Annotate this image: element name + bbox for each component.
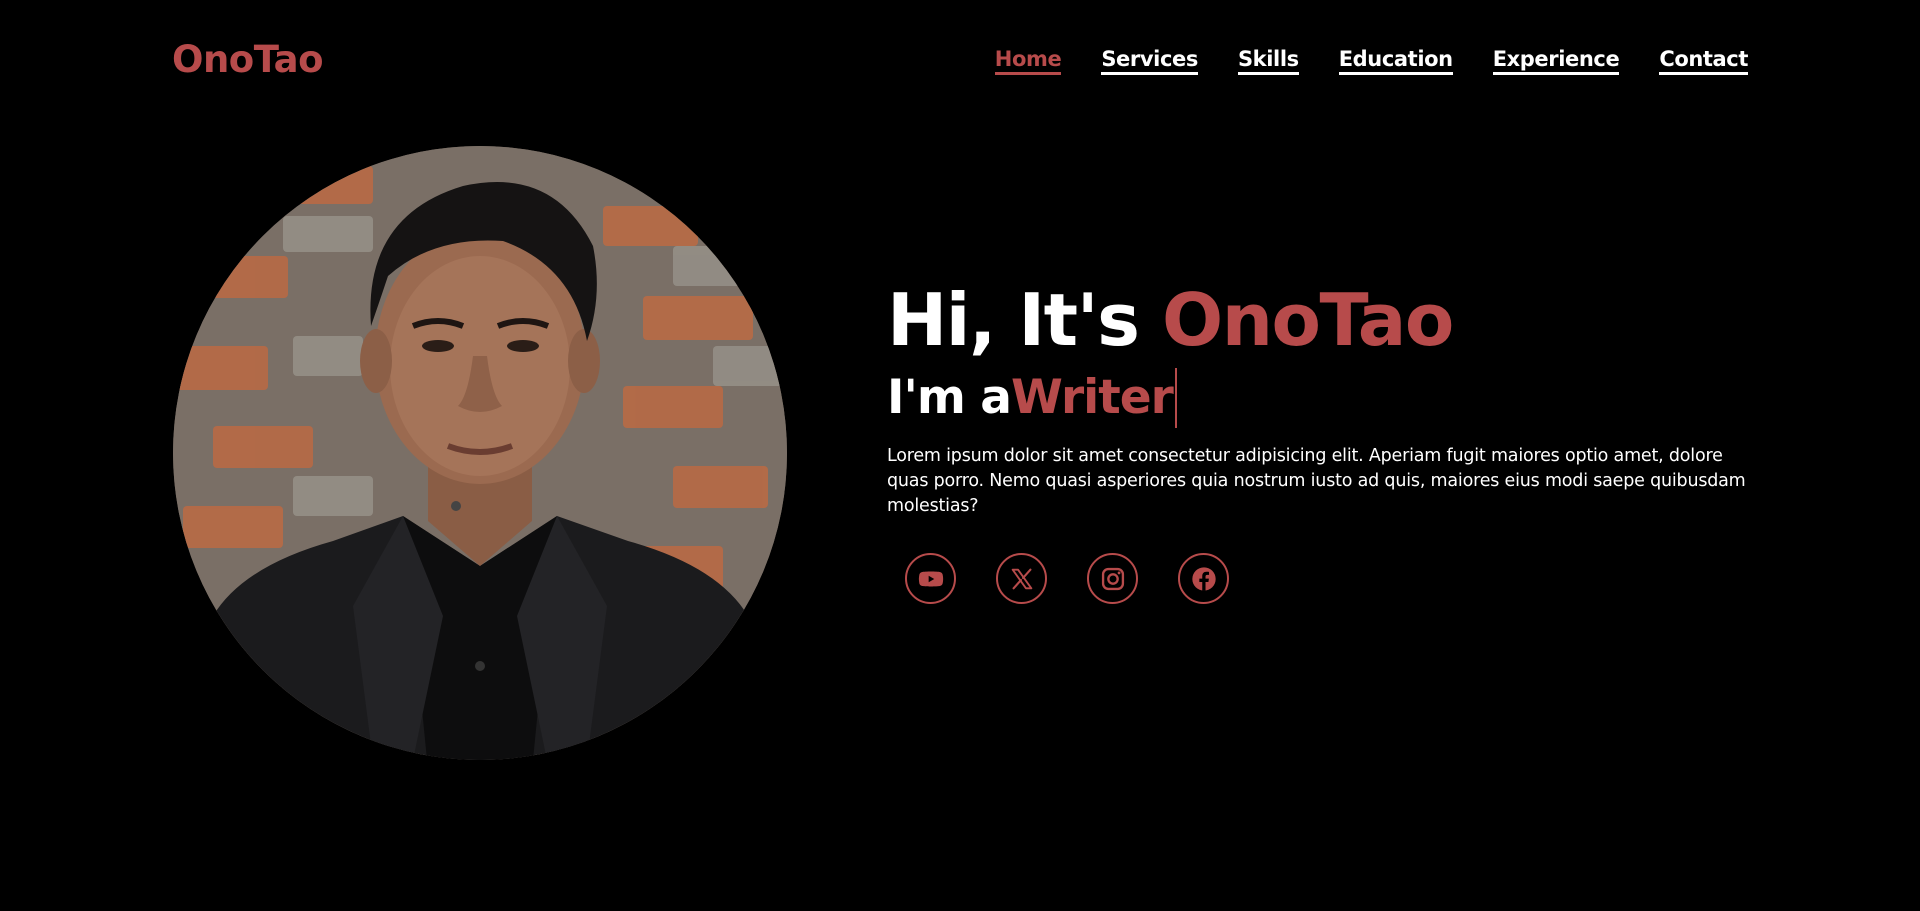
hero-role: Writer bbox=[1010, 370, 1174, 425]
nav-experience[interactable]: Experience bbox=[1492, 47, 1620, 75]
x-link[interactable] bbox=[996, 553, 1047, 604]
x-icon bbox=[1011, 568, 1032, 589]
hero-title: Hi, It's OnoTao bbox=[887, 278, 1454, 362]
nav-contact[interactable]: Contact bbox=[1659, 47, 1748, 75]
instagram-icon bbox=[1101, 567, 1124, 590]
nav-education[interactable]: Education bbox=[1338, 47, 1453, 75]
social-links bbox=[905, 553, 1229, 604]
site-header: OnoTao Home Services Skills Education Ex… bbox=[0, 0, 1920, 120]
youtube-link[interactable] bbox=[905, 553, 956, 604]
hero-name: OnoTao bbox=[1162, 278, 1454, 362]
hero-greeting: Hi, It's bbox=[887, 278, 1140, 362]
page: OnoTao Home Services Skills Education Ex… bbox=[0, 0, 1920, 911]
nav-skills[interactable]: Skills bbox=[1237, 47, 1299, 75]
nav-home[interactable]: Home bbox=[994, 47, 1062, 75]
profile-photo bbox=[173, 146, 787, 760]
typing-cursor bbox=[1174, 368, 1177, 428]
logo[interactable]: OnoTao bbox=[172, 38, 324, 81]
nav-services[interactable]: Services bbox=[1101, 47, 1198, 75]
hero-subtitle: I'm a Writer bbox=[887, 368, 1177, 428]
youtube-icon bbox=[918, 571, 943, 586]
facebook-icon bbox=[1191, 566, 1216, 591]
hero-role-prefix: I'm a bbox=[887, 370, 1012, 425]
facebook-link[interactable] bbox=[1178, 553, 1229, 604]
instagram-link[interactable] bbox=[1087, 553, 1138, 604]
main-nav: Home Services Skills Education Experienc… bbox=[994, 47, 1748, 75]
hero-description: Lorem ipsum dolor sit amet consectetur a… bbox=[887, 446, 1746, 516]
